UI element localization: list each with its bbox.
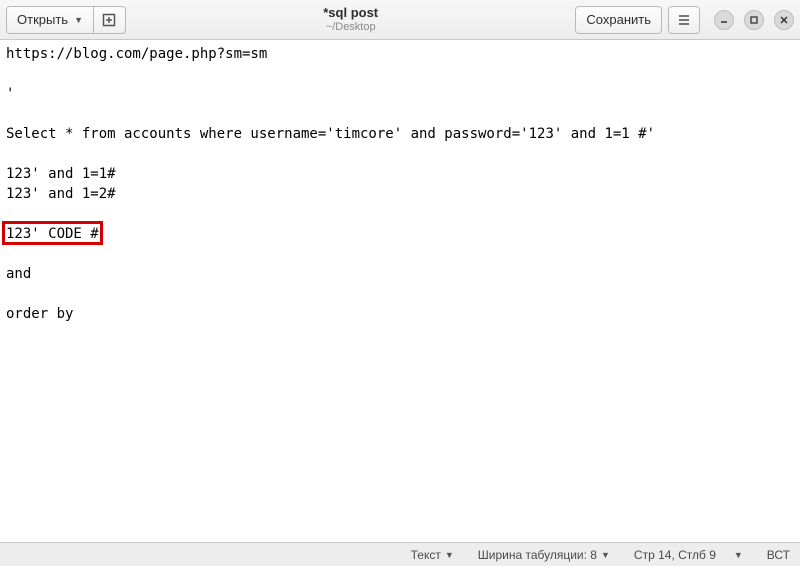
editor-line: order by bbox=[6, 304, 794, 324]
editor-line: 123' and 1=1# bbox=[6, 164, 794, 184]
editor-line: Select * from accounts where username='t… bbox=[6, 124, 794, 144]
editor-line bbox=[6, 244, 794, 264]
maximize-icon bbox=[749, 15, 759, 25]
chevron-down-icon: ▼ bbox=[74, 15, 83, 25]
document-title: *sql post bbox=[323, 6, 378, 20]
cursor-position-selector[interactable]: Стр 14, Стлб 9 ▼ bbox=[634, 548, 743, 562]
minimize-icon bbox=[719, 15, 729, 25]
chevron-down-icon: ▼ bbox=[601, 550, 610, 560]
syntax-mode-selector[interactable]: Текст ▼ bbox=[411, 548, 454, 562]
editor-line bbox=[6, 284, 794, 304]
tab-width-selector[interactable]: Ширина табуляции: 8 ▼ bbox=[478, 548, 610, 562]
text-editor-area[interactable]: https://blog.com/page.php?sm=sm ' Select… bbox=[0, 40, 800, 542]
tab-width-label: Ширина табуляции: 8 bbox=[478, 548, 597, 562]
editor-line: https://blog.com/page.php?sm=sm bbox=[6, 44, 794, 64]
document-path: ~/Desktop bbox=[326, 21, 376, 33]
headerbar-left: Открыть ▼ bbox=[6, 6, 126, 34]
close-icon bbox=[779, 15, 789, 25]
save-button[interactable]: Сохранить bbox=[575, 6, 662, 34]
headerbar-right: Сохранить bbox=[575, 6, 794, 34]
save-button-label: Сохранить bbox=[586, 12, 651, 27]
editor-line: 123' and 1=2# bbox=[6, 184, 794, 204]
window-controls bbox=[714, 10, 794, 30]
minimize-button[interactable] bbox=[714, 10, 734, 30]
hamburger-menu-button[interactable] bbox=[668, 6, 700, 34]
insert-mode-label: ВСТ bbox=[767, 548, 790, 562]
insert-mode-indicator[interactable]: ВСТ bbox=[767, 548, 790, 562]
headerbar: Открыть ▼ *sql post ~/Desktop Сохранить bbox=[0, 0, 800, 40]
chevron-down-icon: ▼ bbox=[734, 550, 743, 560]
editor-line bbox=[6, 204, 794, 224]
maximize-button[interactable] bbox=[744, 10, 764, 30]
editor-line: 123' CODE # bbox=[6, 224, 794, 244]
open-button-group: Открыть ▼ bbox=[6, 6, 126, 34]
hamburger-icon bbox=[677, 13, 691, 27]
cursor-position-label: Стр 14, Стлб 9 bbox=[634, 548, 716, 562]
new-tab-button[interactable] bbox=[94, 6, 126, 34]
new-tab-icon bbox=[102, 13, 116, 27]
close-button[interactable] bbox=[774, 10, 794, 30]
headerbar-title-area: *sql post ~/Desktop bbox=[132, 6, 569, 32]
editor-line: and bbox=[6, 264, 794, 284]
statusbar: Текст ▼ Ширина табуляции: 8 ▼ Стр 14, Ст… bbox=[0, 542, 800, 566]
open-button[interactable]: Открыть ▼ bbox=[6, 6, 94, 34]
editor-line bbox=[6, 104, 794, 124]
editor-line bbox=[6, 144, 794, 164]
syntax-mode-label: Текст bbox=[411, 548, 441, 562]
open-button-label: Открыть bbox=[17, 12, 68, 27]
editor-line bbox=[6, 64, 794, 84]
editor-line: ' bbox=[6, 84, 794, 104]
chevron-down-icon: ▼ bbox=[445, 550, 454, 560]
